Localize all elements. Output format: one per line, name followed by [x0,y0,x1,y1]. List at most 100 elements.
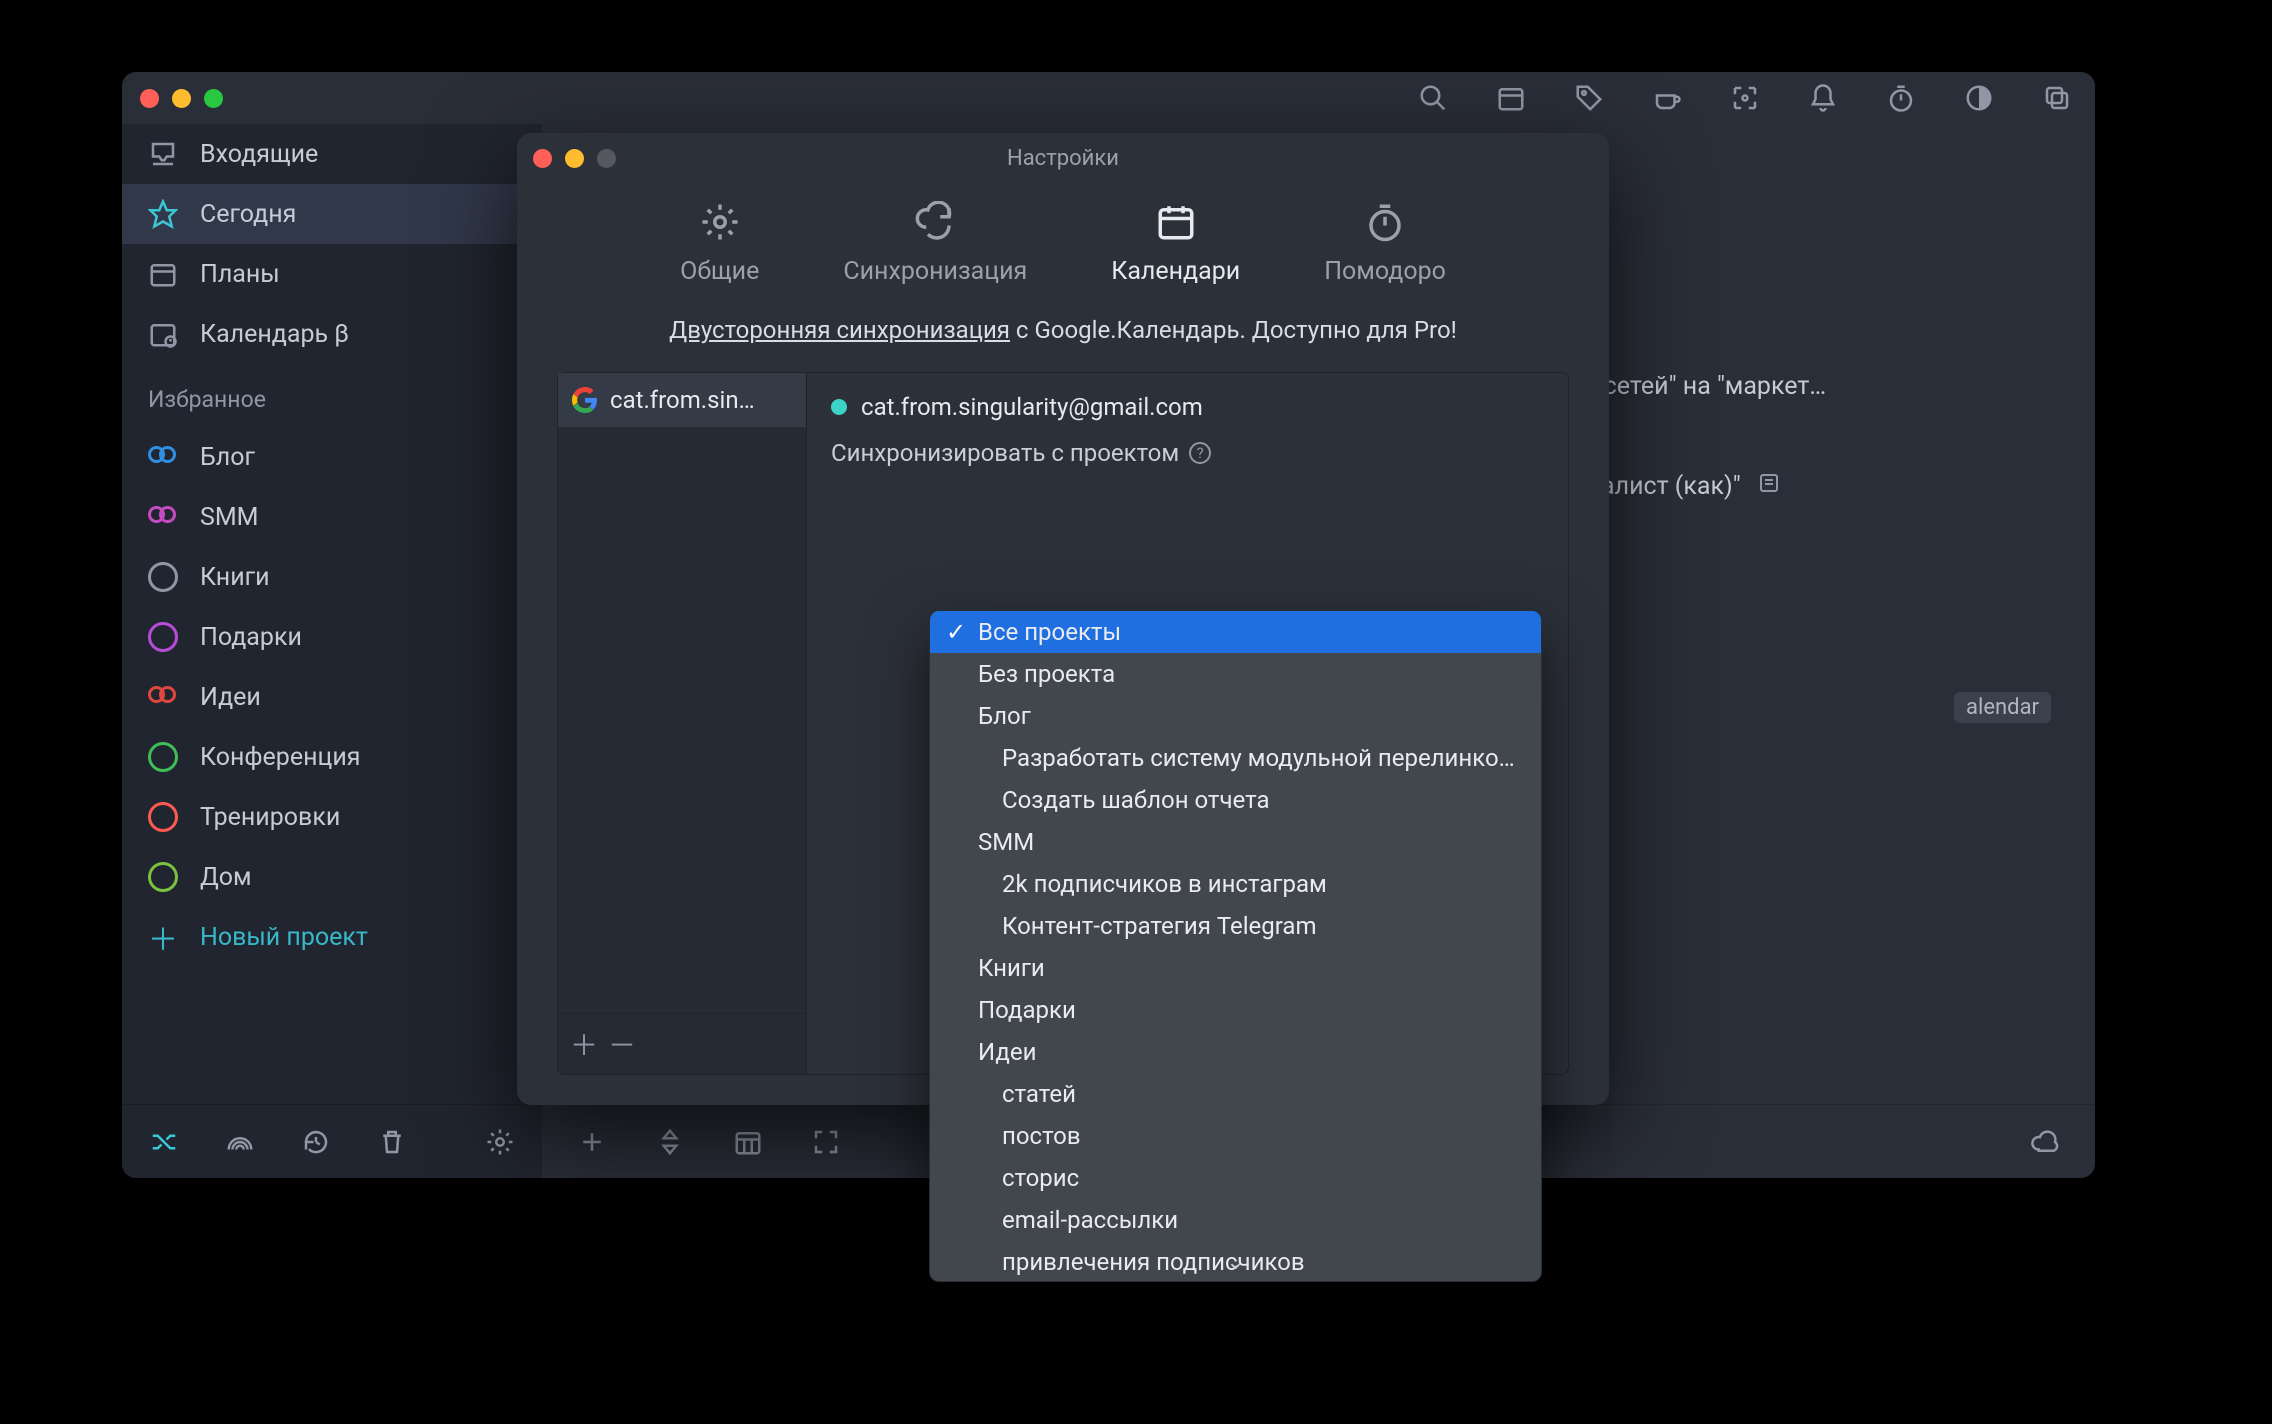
dropdown-item-14[interactable]: email-рассылки [930,1199,1541,1241]
new-project-label: Новый проект [200,923,368,952]
pro-banner: Двусторонняя синхронизация с Google.Кале… [517,316,1609,372]
task-row[interactable]: alendar [1531,680,2051,735]
calendar-icon [148,259,178,289]
dropdown-item-2[interactable]: Блог [930,695,1541,737]
sidebar-nav-2[interactable]: Планы [122,244,542,304]
tab-pomodoro-label: Помодоро [1324,257,1446,286]
trash-icon[interactable] [372,1122,412,1162]
pro-banner-link[interactable]: Двусторонняя синхронизация [669,316,1010,344]
sidebar-nav-3[interactable]: Календарь β [122,304,542,364]
account-email: cat.from.singularity@gmail.com [861,393,1203,421]
window-controls [140,89,223,108]
calendar-icon[interactable] [1491,78,1531,118]
dropdown-item-4[interactable]: Создать шаблон отчета [930,779,1541,821]
project-label: Идеи [200,683,261,712]
sidebar-nav-0[interactable]: Входящие [122,124,542,184]
timer-icon[interactable] [1881,78,1921,118]
dropdown-item-8[interactable]: Книги [930,947,1541,989]
theme-icon[interactable] [1959,78,1999,118]
sidebar-project-5[interactable]: Конференция [122,727,542,787]
project-icon [148,862,178,892]
sidebar-scroll: Входящие Сегодня ПланыКалендарь β Избранно… [122,124,542,1104]
close-window-icon[interactable] [140,89,159,108]
dropdown-item-10[interactable]: Идеи [930,1031,1541,1073]
project-dropdown[interactable]: Все проектыБез проектаБлогРазработать си… [929,610,1542,1282]
dropdown-item-6[interactable]: 2k подписчиков в инстаграм [930,863,1541,905]
inbox-icon [148,139,178,169]
rainbow-icon[interactable] [220,1122,260,1162]
expand-icon[interactable] [806,1122,846,1162]
dropdown-item-11[interactable]: статей [930,1073,1541,1115]
sidebar-project-1[interactable]: SMM [122,487,542,547]
add-task-icon[interactable] [572,1122,612,1162]
dropdown-item-12[interactable]: постов [930,1115,1541,1157]
project-icon [148,446,178,468]
project-icon [148,802,178,832]
dropdown-item-3[interactable]: Разработать систему модульной перелинков… [930,737,1541,779]
project-icon [148,506,178,528]
sidebar-project-2[interactable]: Книги [122,547,542,607]
tab-general[interactable]: Общие [680,201,759,286]
tab-pomodoro[interactable]: Помодоро [1324,201,1446,286]
project-icon [148,622,178,652]
grid-calendar-icon[interactable] [728,1122,768,1162]
shuffle-icon[interactable] [144,1122,184,1162]
status-dot-icon [831,399,847,415]
sidebar-project-7[interactable]: Дом [122,847,542,907]
task-row[interactable]: специалист (как)" [1531,459,2051,514]
project-label: Блог [200,443,255,472]
maximize-window-icon[interactable] [204,89,223,108]
account-list: cat.from.sin… ＋ － [557,372,807,1075]
note-icon [1757,471,1781,502]
dropdown-item-13[interactable]: сторис [930,1157,1541,1199]
star-icon [148,199,178,229]
titlebar [122,72,2095,124]
history-icon[interactable] [296,1122,336,1162]
tab-calendars-label: Календари [1111,257,1240,286]
sidebar-section-favorites: Избранное [122,364,542,427]
account-email-row: cat.from.singularity@gmail.com [831,393,1544,421]
toolbar [1413,78,2077,118]
sidebar-nav-label: Сегодня [200,200,296,229]
gear-icon[interactable] [480,1122,520,1162]
sidebar-nav-1[interactable]: Сегодня [122,184,542,244]
sidebar-nav-label: Входящие [200,140,318,169]
settings-title: Настройки [517,146,1609,171]
add-account-icon[interactable]: ＋ [570,1024,598,1064]
sidebar-project-6[interactable]: Тренировки [122,787,542,847]
settings-tabs: Общие Синхронизация Календари Помодоро [517,183,1609,316]
remove-account-icon[interactable]: － [608,1024,636,1064]
copy-icon[interactable] [2037,78,2077,118]
account-list-footer: ＋ － [558,1013,806,1074]
cloud-sync-icon[interactable] [2025,1122,2065,1162]
minimize-window-icon[interactable] [172,89,191,108]
sort-icon[interactable] [650,1122,690,1162]
task-row[interactable]: с "Соцсетей" на "маркет… [1531,360,2051,413]
sidebar-project-3[interactable]: Подарки [122,607,542,667]
dropdown-item-5[interactable]: SMM [930,821,1541,863]
tab-sync[interactable]: Синхронизация [843,201,1027,286]
coffee-icon[interactable] [1647,78,1687,118]
project-label: Тренировки [200,803,340,832]
project-icon [148,742,178,772]
account-item[interactable]: cat.from.sin… [558,373,806,427]
chevron-down-icon[interactable]: ⌄ [930,1250,1541,1275]
focus-icon[interactable] [1725,78,1765,118]
sidebar-bottom-bar [122,1104,542,1178]
account-short-label: cat.from.sin… [610,386,755,414]
sidebar-project-4[interactable]: Идеи [122,667,542,727]
bell-icon[interactable] [1803,78,1843,118]
project-label: Подарки [200,623,302,652]
project-label: Конференция [200,743,361,772]
search-icon[interactable] [1413,78,1453,118]
sidebar: Входящие Сегодня ПланыКалендарь β Избранно… [122,124,542,1178]
help-icon[interactable]: ? [1189,442,1211,464]
dropdown-item-9[interactable]: Подарки [930,989,1541,1031]
tag-icon[interactable] [1569,78,1609,118]
sidebar-project-0[interactable]: Блог [122,427,542,487]
tab-calendars[interactable]: Календари [1111,201,1240,286]
dropdown-item-1[interactable]: Без проекта [930,653,1541,695]
dropdown-item-7[interactable]: Контент-стратегия Telegram [930,905,1541,947]
dropdown-item-0[interactable]: Все проекты [930,611,1541,653]
new-project-button[interactable]: ＋ Новый проект [122,907,542,967]
